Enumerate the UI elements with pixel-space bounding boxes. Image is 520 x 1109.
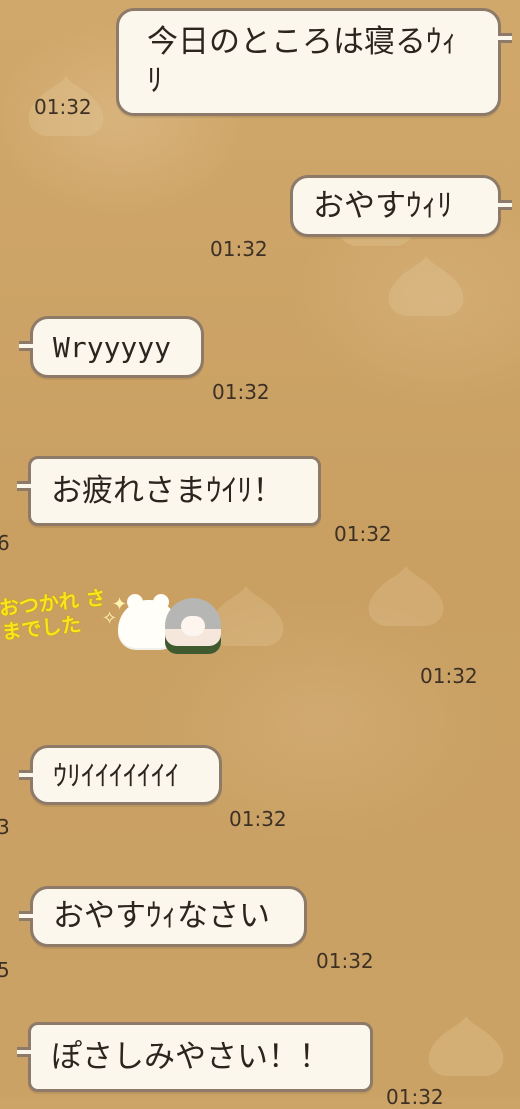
message-time: 01:32	[212, 380, 270, 404]
message-time: 01:32	[386, 1085, 444, 1109]
message-text: おやすｳｨなさい	[53, 898, 270, 935]
cut-time-fragment: 6	[0, 531, 10, 555]
message-time: 01:32	[34, 95, 92, 119]
background-slime-icon	[420, 1010, 512, 1080]
message-bubble[interactable]: Wryyyyy	[19, 316, 204, 378]
character-face	[181, 616, 205, 636]
cut-time-fragment: 3	[0, 815, 10, 839]
sparkle-icon: ✧	[102, 608, 118, 629]
message-bubble[interactable]: 今日のところは寝るｳｨﾘ	[116, 8, 512, 116]
message-text: おやすｳｨﾘ	[313, 187, 453, 224]
cut-time-fragment: 5	[0, 958, 10, 982]
background-slime-icon	[360, 560, 452, 630]
message-bubble[interactable]: ぽさしみやさい！！	[17, 1022, 373, 1092]
message-text: 今日のところは寝るｳｨﾘ	[147, 24, 457, 99]
message-bubble[interactable]: おやすｳｨﾘ	[290, 175, 512, 237]
sticker-message[interactable]: おつかれ さまでした ✦ ✧	[0, 585, 225, 660]
message-bubble[interactable]: おやすｳｨなさい	[19, 886, 307, 947]
message-time: 01:32	[334, 522, 392, 546]
message-text: お疲れさまｳｲﾘ！	[51, 472, 284, 509]
background-slime-icon	[380, 250, 472, 320]
message-time: 01:32	[229, 807, 287, 831]
message-time: 01:32	[316, 949, 374, 973]
message-time: 01:32	[420, 664, 478, 688]
message-text: Wryyyyy	[53, 330, 172, 364]
message-text: ｳﾘｲｲｲｲｲｲｲ	[53, 758, 180, 792]
message-bubble[interactable]: ｳﾘｲｲｲｲｲｲｲ	[19, 745, 222, 805]
message-time: 01:32	[210, 237, 268, 261]
message-text: ぽさしみやさい！！	[51, 1038, 330, 1075]
message-bubble[interactable]: お疲れさまｳｲﾘ！	[17, 456, 321, 526]
